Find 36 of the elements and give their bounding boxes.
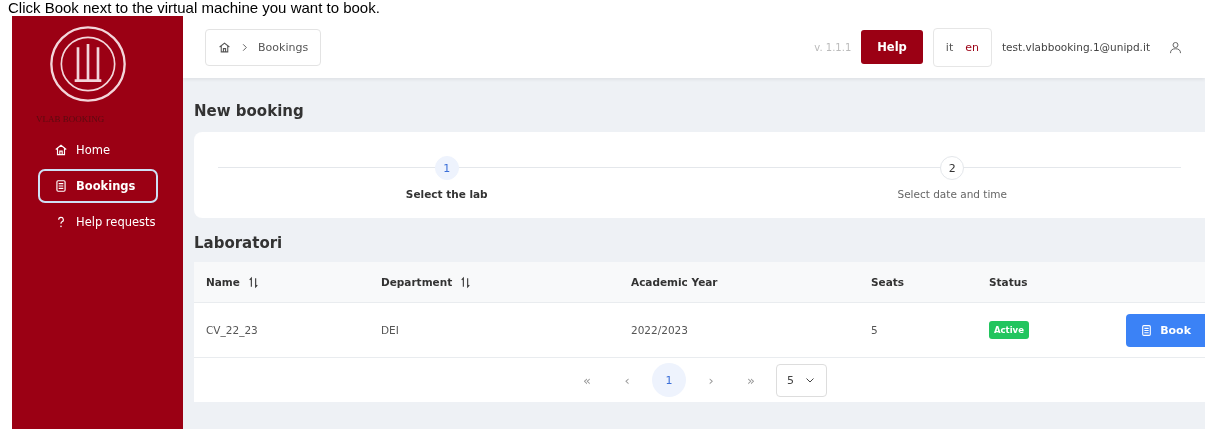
nav-item[interactable]: Help requests	[38, 205, 172, 239]
step-number: 2	[940, 156, 965, 180]
step-number: 1	[434, 156, 459, 180]
caption-text: Click Book next to the virtual machine you want to book.	[7, 0, 380, 16]
table-cell: 2022/2023	[631, 324, 688, 336]
nav-item[interactable]: Home	[38, 133, 158, 167]
page-button[interactable]: 1	[652, 363, 686, 397]
step-label: Select date and time	[897, 188, 1008, 200]
book-icon	[1140, 323, 1154, 337]
sort-icon	[459, 275, 473, 289]
sortable-column-header[interactable]: Department	[381, 276, 453, 288]
user-icon[interactable]	[1168, 39, 1183, 55]
status-badge: Active	[989, 321, 1029, 339]
home-icon	[54, 143, 68, 157]
help-button[interactable]: Help	[861, 30, 923, 64]
table-cell: CV_22_23	[206, 324, 258, 336]
book-button[interactable]: Book	[1126, 313, 1205, 347]
table-cell: DEI	[381, 324, 399, 336]
nav-item[interactable]: Bookings	[38, 169, 158, 203]
home-icon[interactable]	[218, 40, 231, 54]
sort-icon	[246, 275, 260, 289]
column-header: Seats	[871, 276, 905, 288]
step-label: Select the lab	[405, 188, 488, 200]
column-header: Academic Year	[631, 276, 718, 288]
column-header: Status	[989, 276, 1028, 288]
language-option[interactable]: en	[965, 40, 979, 54]
page-size-dropdown[interactable]: 5	[776, 363, 827, 397]
book-icon	[54, 179, 68, 193]
section-title: Laboratori	[194, 234, 284, 252]
breadcrumb-link[interactable]: Bookings	[258, 40, 309, 54]
language-option[interactable]: it	[945, 40, 954, 54]
sortable-column-header[interactable]: Name	[206, 276, 240, 288]
page-title: New booking	[194, 102, 305, 120]
user-email: test.vlabbooking.1@unipd.it	[1002, 41, 1150, 53]
version-text: v. 1.1.1	[814, 41, 852, 53]
table-cell: 5	[871, 324, 878, 336]
